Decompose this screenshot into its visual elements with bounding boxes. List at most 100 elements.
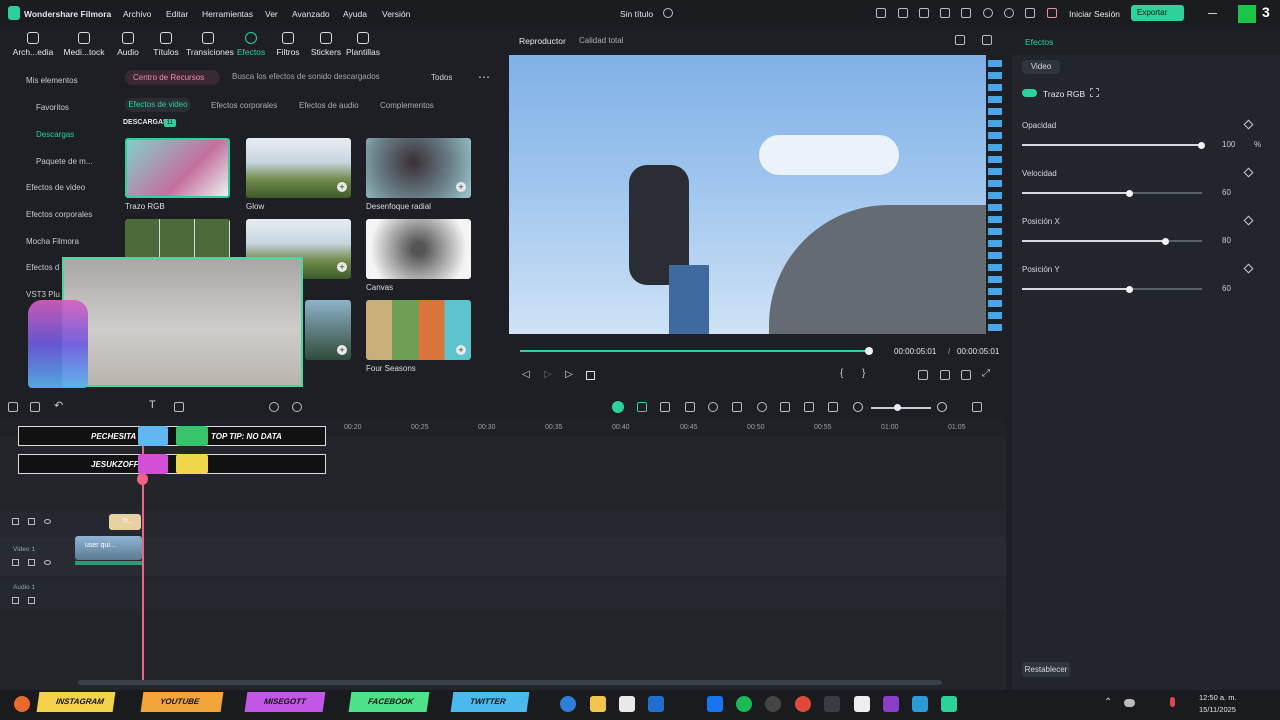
player-tab[interactable]: Reproductor bbox=[519, 36, 566, 46]
playback-progress[interactable] bbox=[520, 350, 868, 352]
replace-icon[interactable] bbox=[804, 402, 814, 412]
effect-thumb-canvas[interactable] bbox=[366, 219, 471, 279]
tool-media[interactable]: Arch...edia bbox=[11, 28, 55, 64]
playhead-handle[interactable] bbox=[137, 473, 148, 485]
effect-thumb-rgb-stroke[interactable] bbox=[125, 138, 230, 198]
shield-icon[interactable] bbox=[732, 402, 742, 412]
opacity-slider[interactable] bbox=[1022, 141, 1205, 149]
subtab-audio-effects[interactable]: Efectos de audio bbox=[299, 101, 359, 110]
track-eye-icon[interactable] bbox=[44, 560, 51, 565]
effects-panel-tab[interactable]: Efectos bbox=[1025, 37, 1053, 47]
file-explorer-icon[interactable] bbox=[590, 696, 606, 712]
snap-icon[interactable] bbox=[637, 402, 647, 412]
zoom-knob[interactable] bbox=[894, 404, 901, 411]
cloud-upload-icon[interactable] bbox=[983, 8, 993, 18]
tray-chevron-icon[interactable]: ⌃ bbox=[1104, 697, 1112, 708]
apps-grid-icon[interactable] bbox=[1025, 8, 1035, 18]
sidebar-item-my-elements[interactable]: Mis elementos bbox=[26, 76, 114, 85]
cart-icon[interactable] bbox=[1047, 8, 1057, 18]
chrome-icon[interactable] bbox=[795, 696, 811, 712]
meta-icon[interactable] bbox=[707, 696, 723, 712]
clock-time[interactable]: 12:50 a. m. bbox=[1199, 693, 1237, 702]
undo-icon[interactable]: ↶ bbox=[54, 399, 63, 412]
reset-button[interactable]: Restablecer bbox=[1022, 662, 1070, 677]
tool-transitions[interactable]: Transiciones bbox=[186, 28, 234, 64]
menu-editar[interactable]: Editar bbox=[166, 9, 188, 19]
capcut-icon[interactable] bbox=[854, 696, 870, 712]
add-effect-icon[interactable]: + bbox=[456, 182, 466, 192]
mic-muted-icon[interactable] bbox=[1170, 697, 1175, 707]
tool-stock-media[interactable]: Medi...tock bbox=[62, 28, 106, 64]
tool-templates[interactable]: Plantillas bbox=[341, 28, 385, 64]
headset-icon[interactable] bbox=[1004, 8, 1014, 18]
track-mute-icon[interactable] bbox=[28, 518, 35, 525]
prev-frame-icon[interactable]: ◁ bbox=[522, 369, 530, 380]
clock-date[interactable]: 15/11/2025 bbox=[1199, 705, 1236, 714]
play-reverse-icon[interactable]: ▷ bbox=[544, 369, 552, 380]
track-layout-icon[interactable] bbox=[972, 402, 982, 412]
quality-dropdown[interactable]: Calidad total bbox=[579, 36, 623, 45]
effect-thumb-glow[interactable] bbox=[246, 138, 351, 198]
menu-herramientas[interactable]: Herramientas bbox=[202, 9, 253, 19]
export-button[interactable]: Exportar bbox=[1131, 5, 1184, 21]
add-effect-icon[interactable]: + bbox=[337, 262, 347, 272]
monitor-icon[interactable] bbox=[940, 8, 950, 18]
menu-avanzado[interactable]: Avanzado bbox=[292, 9, 330, 19]
position-x-slider[interactable] bbox=[1022, 237, 1202, 245]
store-icon[interactable] bbox=[619, 696, 635, 712]
gift-icon[interactable] bbox=[876, 8, 886, 18]
zoom-out-icon[interactable] bbox=[853, 402, 863, 412]
position-y-slider[interactable] bbox=[1022, 285, 1202, 293]
timeline-scrollbar[interactable] bbox=[78, 680, 942, 685]
mark-in-icon[interactable]: { bbox=[840, 368, 843, 379]
subtab-body-effects[interactable]: Efectos corporales bbox=[211, 101, 277, 110]
fullscreen-icon[interactable]: ⤢ bbox=[982, 368, 990, 379]
camera-icon[interactable] bbox=[940, 370, 950, 380]
play-icon[interactable]: ▷ bbox=[565, 369, 573, 380]
add-effect-icon[interactable]: + bbox=[456, 345, 466, 355]
track-folder-icon[interactable] bbox=[12, 518, 19, 525]
mark-out-icon[interactable]: } bbox=[862, 368, 865, 379]
add-effect-icon[interactable]: + bbox=[337, 182, 347, 192]
subtab-video-effects[interactable]: Efectos de video bbox=[125, 98, 191, 112]
display-icon[interactable] bbox=[918, 370, 928, 380]
add-effect-icon[interactable]: + bbox=[337, 345, 347, 355]
obs-icon[interactable] bbox=[765, 696, 781, 712]
snapshot-image-icon[interactable] bbox=[982, 35, 992, 45]
sidebar-item-mocha[interactable]: Mocha Filmora bbox=[26, 237, 114, 246]
zoom-in-icon[interactable] bbox=[937, 402, 947, 412]
sign-in-link[interactable]: Iniciar Sesión bbox=[1069, 9, 1120, 19]
render-icon[interactable] bbox=[685, 402, 695, 412]
text-tool-icon[interactable]: T bbox=[149, 399, 156, 411]
crop-icon[interactable] bbox=[174, 402, 184, 412]
ai-tools-icon[interactable] bbox=[612, 401, 624, 413]
send-icon[interactable] bbox=[898, 8, 908, 18]
spotify-icon[interactable] bbox=[736, 696, 752, 712]
menu-ayuda[interactable]: Ayuda bbox=[343, 9, 367, 19]
cloud-tray-icon[interactable] bbox=[1124, 699, 1135, 707]
more-options-icon[interactable]: ⋯ bbox=[478, 70, 490, 84]
edge-icon[interactable] bbox=[560, 696, 576, 712]
app-icon[interactable] bbox=[824, 696, 840, 712]
select-tool-icon[interactable] bbox=[30, 402, 40, 412]
filter-dropdown[interactable]: Todos bbox=[431, 73, 452, 82]
video-clip[interactable]: user qui... bbox=[75, 536, 142, 560]
outlook-icon[interactable] bbox=[648, 696, 664, 712]
volume-icon[interactable] bbox=[961, 370, 971, 380]
tool-titles[interactable]: Títulos bbox=[144, 28, 188, 64]
layout-icon[interactable] bbox=[919, 8, 929, 18]
slider-knob[interactable] bbox=[1198, 141, 1205, 149]
clipchamp-icon[interactable] bbox=[883, 696, 899, 712]
slider-knob[interactable] bbox=[1162, 237, 1169, 245]
sidebar-item-body-effects[interactable]: Efectos corporales bbox=[26, 210, 114, 219]
resource-center-button[interactable]: Centro de Recursos bbox=[125, 70, 220, 85]
slider-knob[interactable] bbox=[1126, 285, 1133, 293]
speed-value[interactable]: 60 bbox=[1222, 188, 1231, 197]
compare-view-icon[interactable] bbox=[955, 35, 965, 45]
position-y-value[interactable]: 60 bbox=[1222, 284, 1231, 293]
auto-icon[interactable] bbox=[708, 402, 718, 412]
track-eye-icon[interactable] bbox=[44, 519, 51, 524]
video-subtab[interactable]: Video bbox=[1022, 60, 1060, 74]
track-mute-icon[interactable] bbox=[28, 559, 35, 566]
speed-icon[interactable] bbox=[269, 402, 279, 412]
